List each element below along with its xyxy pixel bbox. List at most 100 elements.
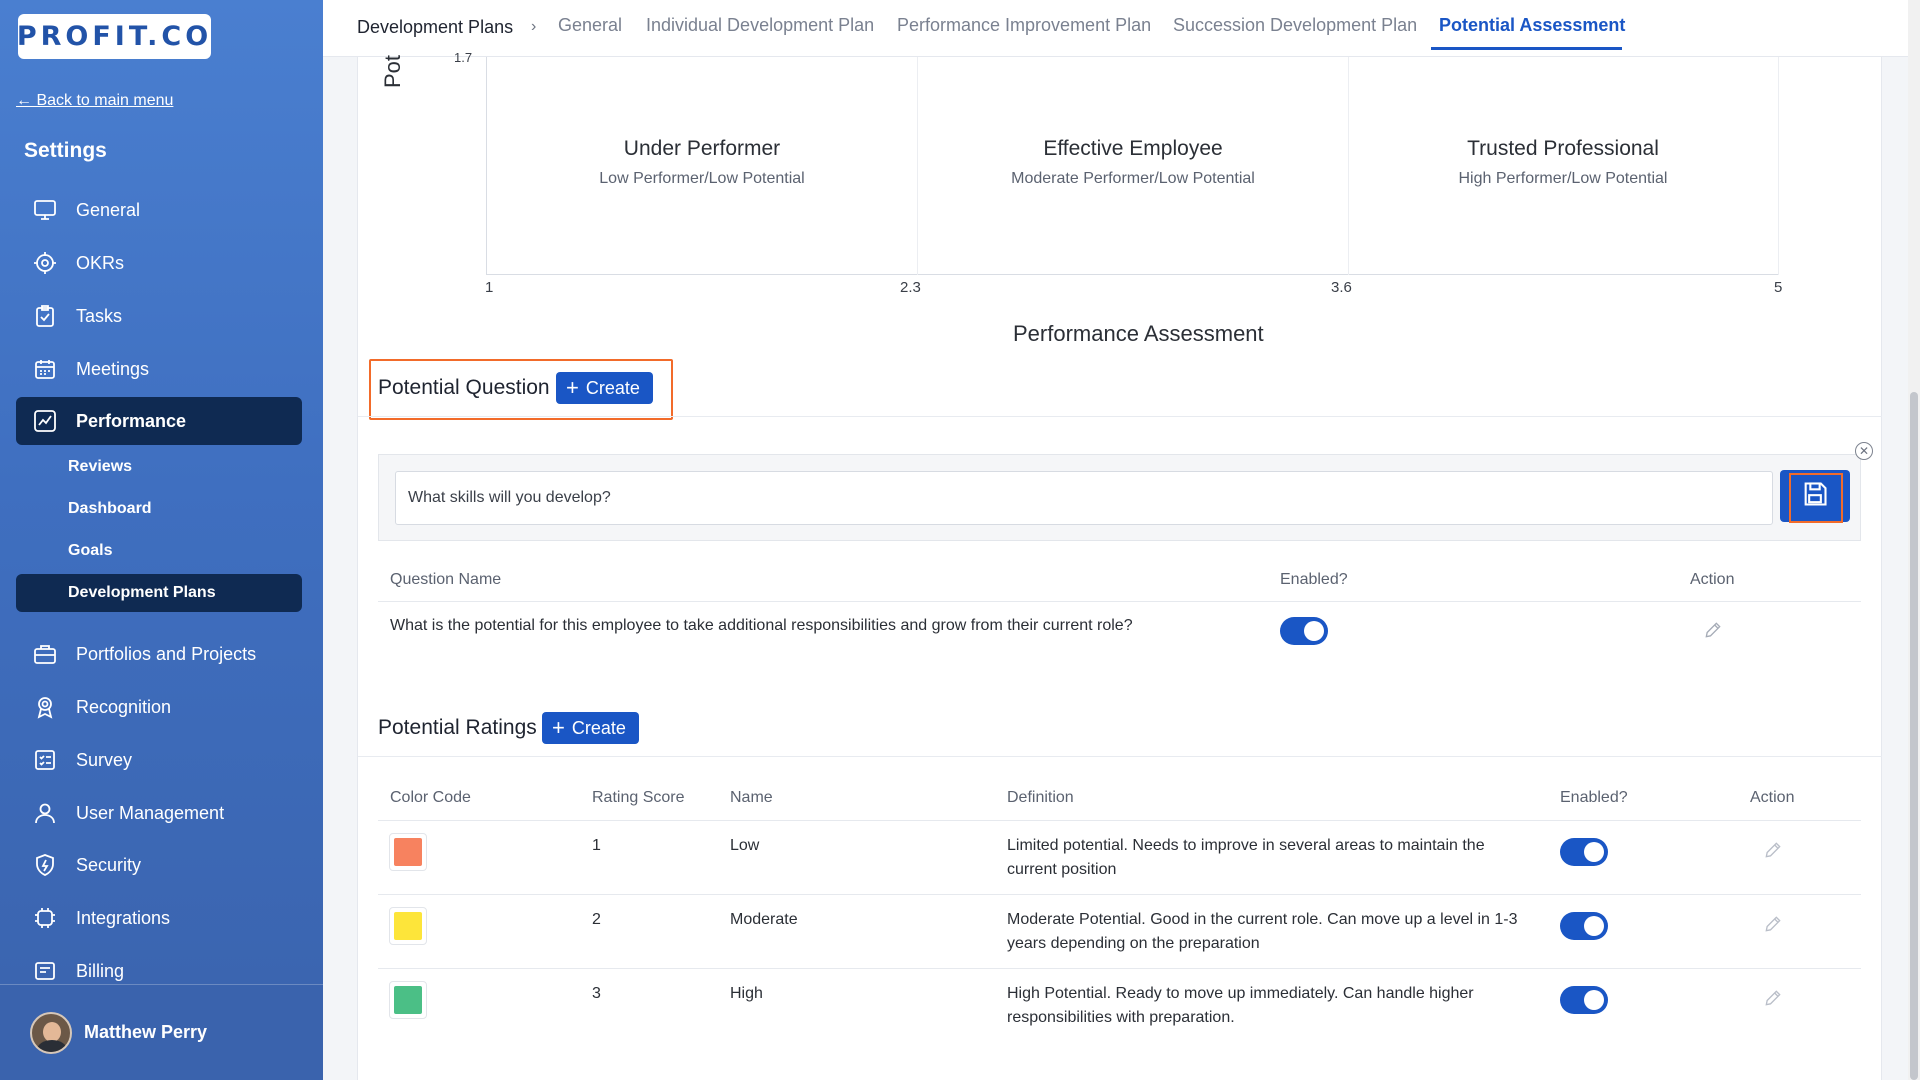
tab-succession-development-plan[interactable]: Succession Development Plan [1173,15,1417,36]
create-rating-button[interactable]: + Create [542,712,639,744]
sidebar-item-security[interactable]: Security [16,841,302,889]
rating-name: Moderate [730,911,798,928]
sidebar-item-label: User Management [76,802,225,823]
sidebar-item-recognition[interactable]: Recognition [16,683,302,731]
table-divider [378,601,1861,602]
sidebar-item-survey[interactable]: Survey [16,736,302,784]
tab-potential-assessment[interactable]: Potential Assessment [1439,15,1625,36]
table-divider [378,820,1861,821]
color-fill [394,838,422,866]
highlight-annotation [1789,473,1843,523]
sidebar-item-label: Security [76,854,142,875]
rating-enabled-toggle[interactable] [1560,912,1608,940]
column-header: Action [1750,789,1795,806]
active-tab-indicator [1431,47,1622,50]
rating-score: 2 [592,911,601,928]
section-divider [358,416,1882,417]
question-input[interactable] [395,471,1773,525]
sidebar-item-label: Billing [76,960,125,981]
question-enabled-toggle[interactable] [1280,617,1328,645]
rating-definition-line: current position [1007,861,1117,878]
y-axis-label: Pot [380,54,405,88]
x-tick-label: 5 [1774,279,1783,296]
logo-text: PROFIT.CO [16,21,213,52]
sidebar-item-meetings[interactable]: Meetings [16,345,302,393]
edit-icon[interactable] [1697,614,1729,646]
sidebar-item-label: Performance [76,410,187,431]
close-icon[interactable]: ✕ [1855,442,1873,460]
breadcrumb[interactable]: Development Plans [357,17,513,38]
user-profile[interactable]: Matthew Perry [0,984,323,1080]
scrollbar-thumb[interactable] [1910,392,1918,1080]
sidebar-item-label: Survey [76,749,133,770]
sidebar-subitem-reviews[interactable]: Reviews [16,448,302,486]
section-divider [358,756,1882,757]
edit-icon[interactable] [1757,834,1789,866]
rating-definition-line: Moderate Potential. Good in the current … [1007,911,1518,928]
column-header: Rating Score [592,789,685,806]
page-scrollbar[interactable] [1908,0,1920,1080]
create-question-button[interactable]: + Create [556,372,653,404]
sidebar-subitem-goals[interactable]: Goals [16,532,302,570]
color-fill [394,912,422,940]
x-axis-label: Performance Assessment [1013,321,1264,346]
shield-icon [32,852,58,878]
trend-chart-icon [32,408,58,434]
color-swatch[interactable] [389,833,427,871]
sidebar-item-label: Tasks [76,305,123,326]
quadrant-title: Effective Employee [1043,137,1223,160]
edit-icon[interactable] [1757,908,1789,940]
create-label: Create [585,377,640,398]
sidebar-item-integrations[interactable]: Integrations [16,894,302,942]
color-swatch[interactable] [389,907,427,945]
sidebar-subitem-development-plans[interactable]: Development Plans [16,574,302,612]
question-name: What is the potential for this employee … [390,617,1133,634]
monitor-icon [32,197,58,223]
rating-enabled-toggle[interactable] [1560,986,1608,1014]
rating-score: 3 [592,985,601,1002]
back-to-main-menu-link[interactable]: ← Back to main menu [16,92,173,110]
sidebar-subitem-dashboard[interactable]: Dashboard [16,490,302,528]
rating-score: 1 [592,837,601,854]
sidebar-item-okrs[interactable]: OKRs [16,239,302,287]
sidebar-item-general[interactable]: General [16,186,302,234]
checklist-icon [32,747,58,773]
plus-icon: + [566,375,579,400]
rating-definition-line: responsibilities with preparation. [1007,1009,1235,1026]
table-divider [378,894,1861,895]
sidebar-item-tasks[interactable]: Tasks [16,292,302,340]
settings-title: Settings [24,139,107,162]
sidebar-item-user-management[interactable]: User Management [16,789,302,837]
column-header: Question Name [390,571,502,588]
color-swatch[interactable] [389,981,427,1019]
sidebar-item-label: Portfolios and Projects [76,643,257,664]
sidebar-item-label: Integrations [76,907,171,928]
edit-icon[interactable] [1757,982,1789,1014]
tab-individual-development-plan[interactable]: Individual Development Plan [646,15,874,36]
column-header: Action [1690,571,1735,588]
column-header: Name [730,789,773,806]
profitco-logo[interactable]: PROFIT.CO [16,14,213,59]
tab-performance-improvement-plan[interactable]: Performance Improvement Plan [897,15,1151,36]
rating-enabled-toggle[interactable] [1560,838,1608,866]
x-tick-label: 1 [485,279,494,296]
sidebar-item-performance[interactable]: Performance [16,397,302,445]
chip-icon [32,905,58,931]
y-tick-label: 1.7 [454,50,473,65]
potential-ratings-title: Potential Ratings [378,716,537,739]
sidebar-item-portfolios[interactable]: Portfolios and Projects [16,630,302,678]
tab-general[interactable]: General [558,15,622,36]
quadrant-subtitle: Moderate Performer/Low Potential [1011,170,1255,187]
x-tick-label: 3.6 [1331,279,1352,296]
column-header: Color Code [390,789,471,806]
table-divider [378,968,1861,969]
user-icon [32,800,58,826]
grid-divider [917,57,918,275]
sidebar-item-label: OKRs [76,252,125,273]
color-fill [394,986,422,1014]
rating-definition-line: High Potential. Ready to move up immedia… [1007,985,1474,1002]
quadrant-title: Trusted Professional [1467,137,1659,160]
create-label: Create [571,717,626,738]
rating-definition-line: Limited potential. Needs to improve in s… [1007,837,1485,854]
sidebar-item-label: Recognition [76,696,172,717]
